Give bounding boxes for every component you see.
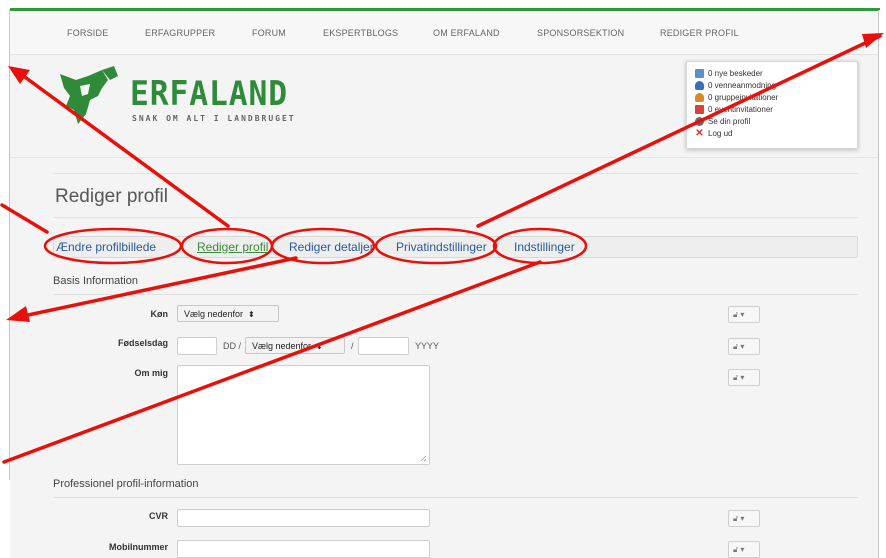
mobile-input[interactable] — [177, 540, 430, 558]
birthday-day-input[interactable] — [177, 337, 217, 355]
group-invites-label: 0 gruppeinvitationer — [708, 93, 779, 102]
site-header: ERFALAND SNAK OM ALT I LANDBRUGET 0 nye … — [10, 56, 878, 158]
messages-label: 0 nye beskeder — [708, 69, 763, 78]
lock-icon: 🔓︎ — [733, 545, 739, 554]
day-hint: DD / — [223, 341, 241, 351]
nav-om-erfaland[interactable]: OM ERFALAND — [433, 28, 500, 38]
group-icon — [695, 93, 704, 102]
tab-edit-details[interactable]: Rediger detaljer — [289, 240, 374, 254]
right-border — [878, 10, 879, 558]
nav-forside[interactable]: FORSIDE — [67, 28, 108, 38]
friend-requests-link[interactable]: 0 venneanmodning — [695, 80, 776, 91]
profile-tabs: Ændre profilbillede Rediger profil Redig… — [53, 236, 858, 258]
divider — [53, 497, 858, 498]
resize-grip-icon[interactable] — [420, 455, 427, 462]
left-border — [9, 10, 10, 480]
select-arrows-icon: ⬍ — [248, 310, 255, 319]
lock-icon: 🔓︎ — [733, 514, 739, 523]
nav-rediger-profil[interactable]: REDIGER PROFIL — [660, 28, 739, 38]
privacy-lock-button[interactable]: 🔓︎ ▾ — [728, 510, 760, 527]
nav-ekspertblogs[interactable]: EKSPERTBLOGS — [323, 28, 398, 38]
gender-select[interactable]: Vælg nedenfor ⬍ — [177, 305, 279, 322]
lock-icon: 🔓︎ — [733, 310, 739, 319]
divider — [53, 294, 858, 295]
nav-sponsorsektion[interactable]: SPONSORSEKTION — [537, 28, 624, 38]
tab-edit-profile[interactable]: Rediger profil — [197, 240, 268, 254]
lock-icon: 🔓︎ — [733, 342, 739, 351]
slash-separator: / — [351, 341, 354, 351]
mobile-label: Mobilnummer — [108, 542, 168, 552]
friend-requests-label: 0 venneanmodning — [708, 81, 777, 90]
birthday-year-input[interactable] — [358, 337, 409, 355]
page-title-bar: Rediger profil — [53, 173, 858, 218]
birthday-month-select[interactable]: Vælg nedenfor ⬍ — [245, 337, 345, 354]
year-hint: YYYY — [415, 341, 440, 351]
nav-forum[interactable]: FORUM — [252, 28, 286, 38]
main-nav: FORSIDE ERFAGRUPPER FORUM EKSPERTBLOGS O… — [10, 11, 878, 55]
nav-erfagrupper[interactable]: ERFAGRUPPER — [145, 28, 215, 38]
about-me-textarea[interactable] — [177, 365, 430, 465]
tab-settings[interactable]: Indstillinger — [514, 240, 575, 254]
user-notifications-box: 0 nye beskeder 0 venneanmodning 0 gruppe… — [686, 61, 858, 149]
logo-subtitle: SNAK OM ALT I LANDBRUGET — [132, 114, 296, 123]
birthday-label: Fødselsdag — [117, 338, 168, 348]
select-arrows-icon: ⬍ — [316, 342, 323, 351]
logout-link[interactable]: ✕ Log ud — [695, 128, 732, 139]
close-icon: ✕ — [695, 128, 704, 139]
envelope-icon — [695, 69, 704, 78]
view-profile-label: Se din profil — [708, 117, 751, 126]
messages-link[interactable]: 0 nye beskeder — [695, 68, 763, 79]
logo-title: ERFALAND — [130, 74, 289, 114]
cvr-input[interactable] — [177, 509, 430, 527]
month-select-value: Vælg nedenfor — [252, 341, 312, 351]
privacy-lock-button[interactable]: 🔓︎ ▾ — [728, 306, 760, 323]
user-icon — [695, 81, 704, 90]
cow-logo-icon[interactable] — [58, 66, 136, 126]
about-me-label: Om mig — [134, 368, 168, 378]
profile-icon — [695, 117, 704, 126]
privacy-lock-button[interactable]: 🔓︎ ▾ — [728, 338, 760, 355]
basis-info-heading: Basis Information — [53, 275, 138, 287]
privacy-lock-button[interactable]: 🔓︎ ▾ — [728, 369, 760, 386]
calendar-icon — [695, 105, 704, 114]
event-invites-link[interactable]: 0 eventinvitationer — [695, 104, 773, 115]
gender-select-value: Vælg nedenfor — [184, 309, 244, 319]
logout-label: Log ud — [708, 129, 733, 138]
tab-change-profile-picture[interactable]: Ændre profilbillede — [56, 240, 156, 254]
privacy-lock-button[interactable]: 🔓︎ ▾ — [728, 541, 760, 558]
right-margin — [878, 10, 886, 558]
page: FORSIDE ERFAGRUPPER FORUM EKSPERTBLOGS O… — [10, 11, 878, 558]
tab-privacy-settings[interactable]: Privatindstillinger — [396, 240, 487, 254]
cvr-label: CVR — [148, 511, 168, 521]
gender-label: Køn — [150, 309, 169, 319]
view-profile-link[interactable]: Se din profil — [695, 116, 750, 127]
page-title: Rediger profil — [55, 186, 168, 207]
professional-info-heading: Professionel profil-information — [53, 478, 199, 490]
group-invites-link[interactable]: 0 gruppeinvitationer — [695, 92, 778, 103]
lock-icon: 🔓︎ — [733, 373, 739, 382]
event-invites-label: 0 eventinvitationer — [708, 105, 773, 114]
